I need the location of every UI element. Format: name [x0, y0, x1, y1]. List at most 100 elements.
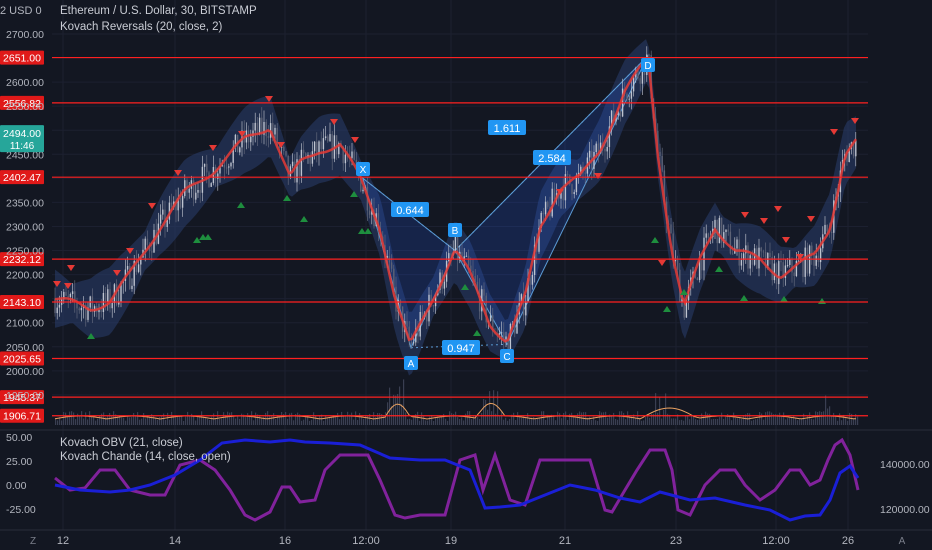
candle-body: [443, 281, 446, 289]
time-tick-label: 26: [842, 535, 854, 547]
volume-bar: [165, 419, 167, 425]
volume-bar: [57, 420, 59, 425]
indicator-kovach-obv[interactable]: Kovach OBV (21, close): [60, 437, 183, 449]
candle-body: [483, 289, 485, 296]
volume-bar: [93, 416, 95, 425]
price-tick-label: 1950.00: [6, 390, 44, 402]
volume-bar: [753, 419, 755, 425]
candle-body: [676, 260, 679, 270]
volume-bar: [435, 417, 437, 425]
volume-bar: [157, 419, 159, 425]
volume-bar: [591, 419, 593, 425]
candle-body: [56, 307, 58, 314]
indicator-kovach-reversals[interactable]: Kovach Reversals (20, close, 2): [60, 21, 222, 33]
volume-bar: [341, 411, 343, 425]
volume-bar: [783, 412, 785, 425]
volume-bar: [411, 419, 413, 425]
candle-body: [254, 122, 256, 131]
volume-bar: [839, 413, 841, 425]
level-price-label: 1906.71: [3, 411, 41, 423]
current-price-label: 2494.00: [3, 128, 41, 140]
volume-bar: [211, 416, 213, 425]
candle-body: [71, 291, 74, 294]
candle-body: [78, 308, 80, 311]
volume-bar: [661, 418, 663, 425]
volume-bar: [567, 420, 569, 425]
candle-body: [311, 151, 314, 164]
time-tick-label: 19: [445, 535, 457, 547]
auto-scale-icon: A: [899, 536, 906, 547]
volume-bar: [635, 418, 637, 425]
volume-bar: [485, 399, 487, 425]
volume-bar: [195, 420, 197, 425]
candle-body: [701, 259, 703, 271]
volume-bar: [737, 418, 739, 425]
volume-bar: [351, 412, 353, 425]
volume-bar: [281, 412, 283, 425]
volume-bar: [545, 419, 547, 425]
volume-bar: [311, 419, 313, 425]
volume-bar: [579, 411, 581, 425]
candle-body: [725, 229, 727, 232]
volume-bar: [513, 412, 515, 425]
volume-bar: [657, 412, 659, 425]
volume-bar: [315, 415, 317, 425]
candle-body: [505, 336, 507, 340]
volume-bar: [445, 418, 447, 425]
volume-bar: [643, 420, 645, 425]
volume-bar: [595, 420, 597, 425]
volume-bar: [209, 420, 211, 425]
volume-bar: [239, 418, 241, 425]
volume-bar: [337, 412, 339, 425]
reversal-down-marker: [830, 129, 838, 135]
volume-bar: [721, 412, 723, 425]
candle-body: [628, 98, 630, 100]
symbol-title[interactable]: Ethereum / U.S. Dollar, 30, BITSTAMP: [60, 5, 257, 17]
obv-tick-label: 120000.00: [880, 504, 930, 516]
volume-bar: [705, 411, 707, 425]
candle-body: [131, 285, 133, 289]
pattern-ratio-label: 0.947: [447, 343, 475, 355]
volume-bar: [329, 417, 331, 425]
volume-bar: [183, 421, 185, 425]
volume-bar: [565, 411, 567, 425]
candle-body: [210, 183, 212, 187]
candle-body: [144, 238, 146, 250]
volume-bar: [429, 416, 431, 425]
volume-bar: [133, 413, 135, 425]
volume-bar: [317, 419, 319, 425]
volume-bar: [719, 417, 721, 425]
volume-bar: [695, 419, 697, 425]
volume-bar: [271, 415, 273, 425]
volume-bar: [461, 417, 463, 425]
volume-bar: [847, 420, 849, 425]
volume-bar: [685, 415, 687, 425]
candle-body: [855, 140, 857, 157]
volume-bar: [853, 418, 855, 425]
candle-body: [80, 308, 83, 311]
volume-bar: [425, 420, 427, 425]
volume-bar: [155, 417, 157, 425]
volume-bar: [627, 411, 629, 425]
reversal-down-marker: [67, 265, 75, 271]
candle-body: [107, 289, 109, 303]
volume-bar: [135, 415, 137, 425]
volume-bar: [313, 412, 315, 425]
indicator-kovach-chande[interactable]: Kovach Chande (14, close, open): [60, 451, 231, 463]
volume-bar: [731, 420, 733, 425]
candle-body: [588, 150, 591, 158]
volume-bar: [679, 420, 681, 425]
volume-bar: [145, 418, 147, 425]
volume-bar: [251, 411, 253, 425]
volume-bar: [79, 415, 81, 425]
volume-bar: [81, 411, 83, 425]
harmonic-pattern: [362, 55, 649, 350]
volume-bar: [835, 416, 837, 425]
chart-canvas[interactable]: 2651.002556.822402.472232.122143.102025.…: [0, 0, 932, 550]
volume-bar: [527, 413, 529, 425]
candle-body: [351, 151, 353, 158]
volume-bar: [123, 417, 125, 425]
volume-bar: [323, 420, 325, 425]
pattern-ratio-label: 1.611: [494, 123, 521, 135]
candle-body: [195, 192, 197, 200]
